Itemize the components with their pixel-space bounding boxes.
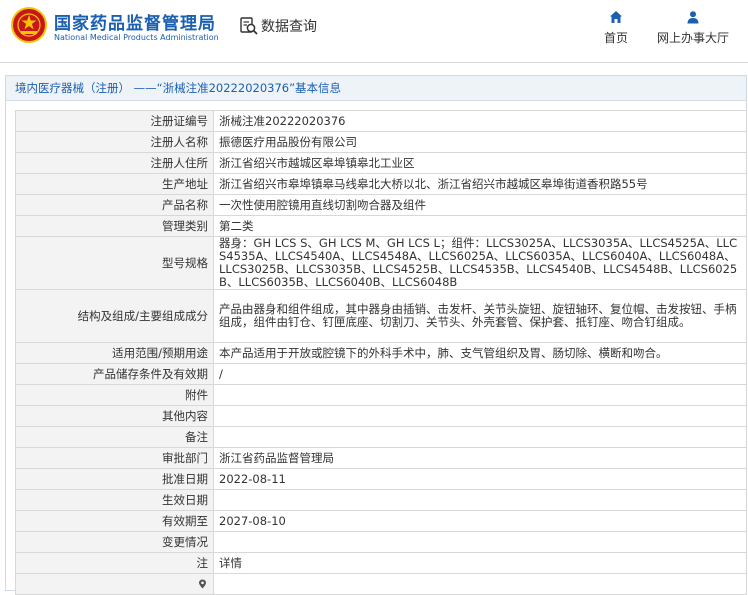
row-label: 注册证编号 [15, 110, 214, 132]
table-row: 其他内容 [15, 405, 747, 427]
site-header: 国家药品监督管理局 National Medical Products Admi… [0, 0, 748, 58]
row-value: 浙江省绍兴市越城区皋埠镇皋北工业区 [213, 152, 747, 174]
row-label: 适用范围/预期用途 [15, 342, 214, 364]
row-label: 附件 [15, 384, 214, 406]
row-value [213, 489, 747, 511]
row-label: 注册人名称 [15, 131, 214, 153]
row-label: 注 [15, 552, 214, 574]
table-row: 有效期至 2027-08-10 [15, 510, 747, 532]
nav-home[interactable]: 首页 [597, 10, 635, 46]
national-emblem-icon [11, 7, 47, 43]
row-label: 管理类别 [15, 215, 214, 237]
home-icon [610, 11, 622, 23]
table-row: 备注 [15, 426, 747, 448]
row-label: 结构及组成/主要组成成分 [15, 289, 214, 343]
row-label: 备注 [15, 426, 214, 448]
table-row: 附件 [15, 384, 747, 406]
table-row: 变更情况 [15, 531, 747, 553]
row-label: 有效期至 [15, 510, 214, 532]
table-row: 管理类别 第二类 [15, 215, 747, 237]
table-row: 注册人名称 振德医疗用品股份有限公司 [15, 131, 747, 153]
row-label: 其他内容 [15, 405, 214, 427]
row-value: 振德医疗用品股份有限公司 [213, 131, 747, 153]
row-value: 详情 [213, 552, 747, 574]
row-label: 变更情况 [15, 531, 214, 553]
row-value: 浙江省药品监督管理局 [213, 447, 747, 469]
search-magnifier-icon [240, 17, 258, 35]
row-value: 2022-08-11 [213, 468, 747, 490]
nav-online-service[interactable]: 网上办事大厅 [650, 10, 736, 46]
detail-panel: 境内医疗器械（注册） ——“浙械注准20222020376”基本信息 注册证编号… [5, 75, 747, 595]
row-label-note [15, 573, 214, 595]
table-row: 型号规格 器身：GH LCS S、GH LCS M、GH LCS L；组件：LLC… [15, 236, 747, 290]
table-row: 注册人住所 浙江省绍兴市越城区皋埠镇皋北工业区 [15, 152, 747, 174]
data-query-label: 数据查询 [261, 19, 317, 35]
row-value: 2027-08-10 [213, 510, 747, 532]
nav-online-label: 网上办事大厅 [656, 31, 729, 45]
table-row: 注详情 [15, 552, 747, 574]
info-table: 注册证编号 浙械注准20222020376 注册人名称 振德医疗用品股份有限公司 注… [15, 110, 747, 595]
row-label: 生产地址 [15, 173, 214, 195]
table-row: 生效日期 [15, 489, 747, 511]
row-value [213, 384, 747, 406]
user-icon [687, 11, 699, 24]
table-row: 适用范围/预期用途 本产品适用于开放或腔镜下的外科手术中，肺、支气管组织及胃、肠切… [15, 342, 747, 364]
row-value: 一次性使用腔镜用直线切割吻合器及组件 [213, 194, 747, 216]
row-value [213, 405, 747, 427]
table-row: 结构及组成/主要组成成分 产品由器身和组件组成，其中器身由插销、击发杆、关节头旋钮… [15, 289, 747, 343]
map-pin-icon [199, 579, 206, 588]
header-divider [0, 62, 748, 63]
table-row: 审批部门 浙江省药品监督管理局 [15, 447, 747, 469]
row-value: 浙械注准20222020376 [213, 110, 747, 132]
org-name-en[interactable]: National Medical Products Administration [54, 33, 219, 42]
row-value: 第二类 [213, 215, 747, 237]
row-label: 产品储存条件及有效期 [15, 363, 214, 385]
table-row: 产品储存条件及有效期 / [15, 363, 747, 385]
table-row: 注册证编号 浙械注准20222020376 [15, 110, 747, 132]
row-label: 型号规格 [15, 236, 214, 290]
nav-home-label: 首页 [603, 31, 628, 45]
row-value: / [213, 363, 747, 385]
row-value [213, 531, 747, 553]
row-value: 器身：GH LCS S、GH LCS M、GH LCS L；组件：LLCS302… [213, 236, 747, 290]
table-row: 批准日期 2022-08-11 [15, 468, 747, 490]
table-row: 产品名称 一次性使用腔镜用直线切割吻合器及组件 [15, 194, 747, 216]
row-label: 生效日期 [15, 489, 214, 511]
row-label: 审批部门 [15, 447, 214, 469]
row-label: 产品名称 [15, 194, 214, 216]
breadcrumb: 境内医疗器械（注册） ——“浙械注准20222020376”基本信息 [6, 76, 746, 101]
table-row [15, 573, 747, 595]
data-query-link[interactable]: 数据查询 [239, 14, 317, 38]
org-name-cn[interactable]: 国家药品监督管理局 [54, 9, 216, 34]
row-label: 注册人住所 [15, 152, 214, 174]
row-value: 产品由器身和组件组成，其中器身由插销、击发杆、关节头旋钮、旋钮轴环、复位帽、击发… [213, 289, 747, 343]
row-value [213, 573, 747, 595]
row-label: 批准日期 [15, 468, 214, 490]
row-value: 本产品适用于开放或腔镜下的外科手术中，肺、支气管组织及胃、肠切除、横断和吻合。 [213, 342, 747, 364]
row-value: 浙江省绍兴市皋埠镇皋马线皋北大桥以北、浙江省绍兴市越城区皋埠街道香积路55号 [213, 173, 747, 195]
row-value [213, 426, 747, 448]
table-row: 生产地址 浙江省绍兴市皋埠镇皋马线皋北大桥以北、浙江省绍兴市越城区皋埠街道香积路5… [15, 173, 747, 195]
